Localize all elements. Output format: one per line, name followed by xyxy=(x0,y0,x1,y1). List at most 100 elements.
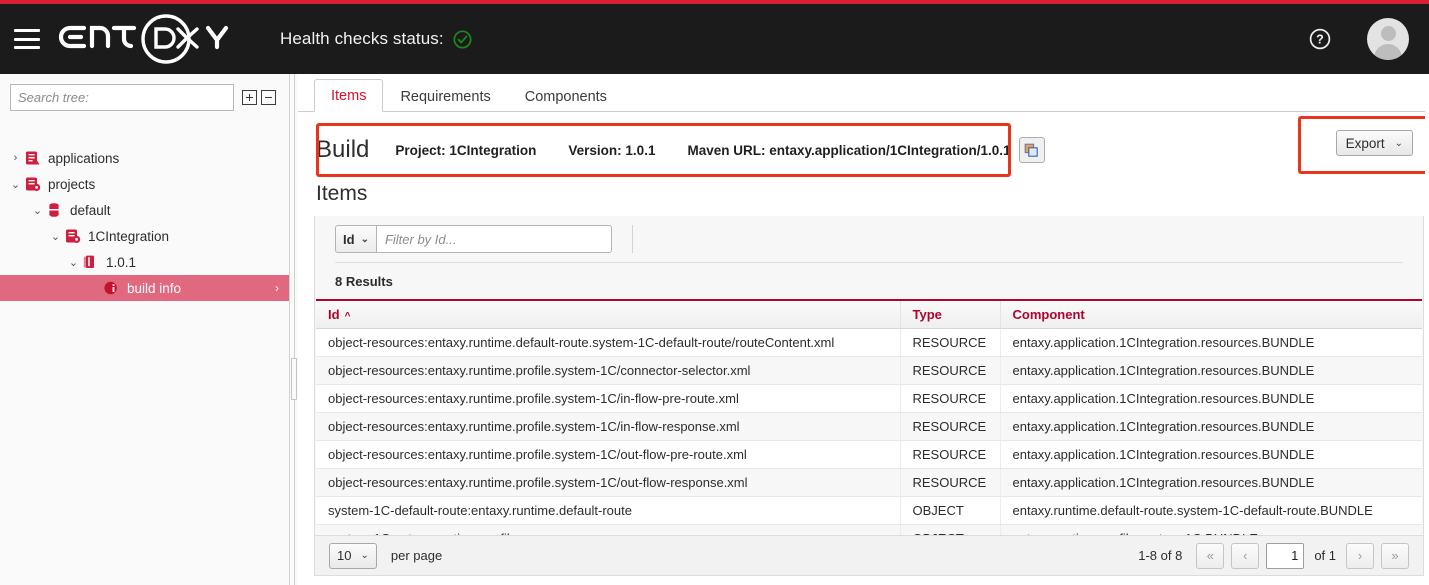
splitter-grip[interactable] xyxy=(291,358,297,400)
items-panel: Id ⌄ 8 Results Id ^ Type Component xyxy=(314,216,1424,576)
filter-field-label: Id xyxy=(343,232,355,247)
cell-component: entaxy.application.1CIntegration.resourc… xyxy=(1000,441,1422,469)
filter-divider xyxy=(632,225,633,253)
tree-item-version[interactable]: ⌄ 1.0.1 xyxy=(0,249,289,275)
cell-type: RESOURCE xyxy=(900,329,1000,357)
chevron-right-icon: › xyxy=(275,281,279,295)
build-maven-url: Maven URL: entaxy.application/1CIntegrat… xyxy=(687,143,1010,158)
cell-component: entaxy.application.1CIntegration.resourc… xyxy=(1000,469,1422,497)
filter-row: Id ⌄ xyxy=(315,216,1423,262)
tree-item-label: projects xyxy=(48,177,95,192)
page-number-input[interactable] xyxy=(1266,543,1304,569)
page-total-label: of 1 xyxy=(1314,548,1336,563)
per-page-value: 10 xyxy=(337,548,351,563)
column-header-component[interactable]: Component xyxy=(1000,300,1422,329)
app-header: Health checks status: ? xyxy=(0,4,1429,74)
cell-id: object-resources:entaxy.runtime.default-… xyxy=(316,329,900,357)
entaxy-logo[interactable] xyxy=(56,13,246,65)
chevron-down-icon[interactable]: ⌄ xyxy=(10,178,21,191)
results-count: 8 Results xyxy=(315,263,1423,299)
cell-component: entaxy.application.1CIntegration.resourc… xyxy=(1000,385,1422,413)
splitter-rail xyxy=(294,74,295,585)
tab-requirements[interactable]: Requirements xyxy=(383,80,507,112)
chevron-down-icon[interactable]: ⌄ xyxy=(32,204,43,217)
table-header-row: Id ^ Type Component xyxy=(316,300,1422,329)
content-tabs: Items Requirements Components xyxy=(298,74,1429,112)
search-tree-input[interactable] xyxy=(10,84,234,111)
per-page-label: per page xyxy=(391,548,442,563)
user-avatar[interactable] xyxy=(1367,18,1409,60)
items-section-title: Items xyxy=(316,182,367,206)
tree-item-applications[interactable]: › applications xyxy=(0,145,289,171)
table-row[interactable]: system-1C-default-route:entaxy.runtime.d… xyxy=(316,497,1422,525)
column-label-id: Id xyxy=(328,307,340,322)
per-page-select[interactable]: 10 ⌄ xyxy=(329,543,377,569)
chevron-down-icon[interactable]: ⌄ xyxy=(50,230,61,243)
header-actions: ? xyxy=(1309,18,1409,60)
column-header-id[interactable]: Id ^ xyxy=(316,300,900,329)
tree-item-label: 1CIntegration xyxy=(88,229,169,244)
tree-item-label: 1.0.1 xyxy=(106,255,136,270)
collapse-all-icon[interactable] xyxy=(261,90,276,105)
tree-item-default[interactable]: ⌄ default xyxy=(0,197,289,223)
tree-item-1cintegration[interactable]: ⌄ 1CIntegration xyxy=(0,223,289,249)
cell-type: RESOURCE xyxy=(900,469,1000,497)
build-version: Version: 1.0.1 xyxy=(568,143,655,158)
project-icon xyxy=(64,228,82,244)
sort-ascending-icon: ^ xyxy=(345,311,351,322)
previous-page-button[interactable]: ‹ xyxy=(1231,543,1259,569)
health-checks-status: Health checks status: xyxy=(280,29,472,49)
chevron-right-icon[interactable]: › xyxy=(10,152,21,164)
first-page-button[interactable]: « xyxy=(1196,543,1224,569)
cell-id: object-resources:entaxy.runtime.profile.… xyxy=(316,357,900,385)
expand-all-icon[interactable] xyxy=(242,90,257,105)
last-page-button[interactable]: » xyxy=(1381,543,1409,569)
tree-item-label: applications xyxy=(48,151,119,166)
next-page-button[interactable]: › xyxy=(1346,543,1374,569)
version-icon xyxy=(82,254,100,270)
avatar-body-shape xyxy=(1374,44,1402,60)
tab-items[interactable]: Items xyxy=(314,79,383,112)
tab-components[interactable]: Components xyxy=(508,80,624,112)
export-button[interactable]: Export ⌄ xyxy=(1336,130,1413,156)
copy-maven-url-button[interactable] xyxy=(1019,137,1045,163)
items-table-head: Id ^ Type Component xyxy=(316,300,1422,329)
table-row[interactable]: object-resources:entaxy.runtime.default-… xyxy=(316,329,1422,357)
cell-id: system-1C-default-route:entaxy.runtime.d… xyxy=(316,497,900,525)
cell-type: RESOURCE xyxy=(900,413,1000,441)
tree-toggle-buttons xyxy=(242,90,276,105)
filter-field-select[interactable]: Id ⌄ xyxy=(335,225,376,253)
table-row[interactable]: object-resources:entaxy.runtime.profile.… xyxy=(316,441,1422,469)
chevron-down-icon: ⌄ xyxy=(1395,138,1403,149)
tree-item-build-info[interactable]: build info › xyxy=(0,275,289,301)
table-row[interactable]: object-resources:entaxy.runtime.profile.… xyxy=(316,413,1422,441)
pagination-controls: 1-8 of 8 « ‹ of 1 › » xyxy=(1138,543,1409,569)
page-scrollbar[interactable] xyxy=(1425,74,1429,585)
main-content: Items Requirements Components Build Proj… xyxy=(298,74,1429,585)
table-row[interactable]: object-resources:entaxy.runtime.profile.… xyxy=(316,469,1422,497)
filter-input[interactable] xyxy=(376,225,612,253)
hamburger-menu-icon[interactable] xyxy=(14,29,40,49)
items-table-body: object-resources:entaxy.runtime.default-… xyxy=(316,329,1422,553)
cell-component: entaxy.runtime.default-route.system-1C-d… xyxy=(1000,497,1422,525)
cell-type: RESOURCE xyxy=(900,441,1000,469)
column-header-type[interactable]: Type xyxy=(900,300,1000,329)
items-table-wrapper: Id ^ Type Component object-resources:enta… xyxy=(315,299,1423,553)
build-project: Project: 1CIntegration xyxy=(395,143,536,158)
cell-component: entaxy.application.1CIntegration.resourc… xyxy=(1000,357,1422,385)
table-row[interactable]: object-resources:entaxy.runtime.profile.… xyxy=(316,385,1422,413)
tree-search-row xyxy=(0,74,289,119)
tree-item-projects[interactable]: ⌄ projects xyxy=(0,171,289,197)
applications-icon xyxy=(24,150,42,166)
pagination-range: 1-8 of 8 xyxy=(1138,548,1182,563)
table-row[interactable]: object-resources:entaxy.runtime.profile.… xyxy=(316,357,1422,385)
projects-icon xyxy=(24,176,42,192)
question-mark-circle-icon[interactable]: ? xyxy=(1309,28,1331,50)
cell-id: object-resources:entaxy.runtime.profile.… xyxy=(316,385,900,413)
chevron-down-icon[interactable]: ⌄ xyxy=(68,256,79,269)
sidebar-splitter[interactable] xyxy=(290,74,298,585)
cell-id: object-resources:entaxy.runtime.profile.… xyxy=(316,413,900,441)
copy-icon xyxy=(1024,143,1039,158)
tree-item-label: build info xyxy=(127,281,181,296)
cell-type: RESOURCE xyxy=(900,385,1000,413)
